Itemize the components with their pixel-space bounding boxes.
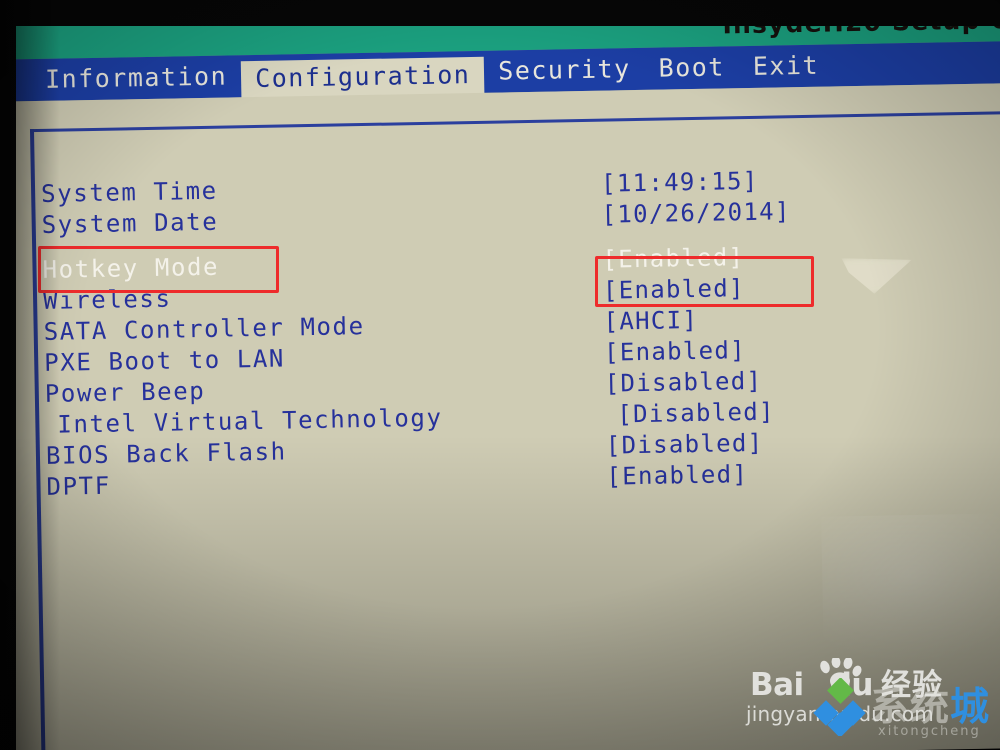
setting-value[interactable]: [Disabled] [606,429,764,460]
menu-item-information[interactable]: Information [31,58,242,99]
setting-value[interactable]: [Disabled] [604,367,762,398]
photo-black-border-left [0,0,16,750]
setting-value[interactable]: [Enabled] [603,274,745,305]
setting-value[interactable]: [10/26/2014] [601,197,790,228]
bios-screen: InsydeH20 Setup Ut Information Configura… [0,2,1000,750]
screen-glare-soft [821,512,1000,667]
setting-value[interactable]: [Enabled] [604,336,746,367]
bios-screenshot-photo: InsydeH20 Setup Ut Information Configura… [0,0,1000,750]
setting-value[interactable]: [11:49:15] [601,167,759,198]
photo-black-border-top [0,0,1000,26]
setting-value[interactable]: [Enabled] [602,243,744,274]
menu-item-security[interactable]: Security [484,50,645,90]
page-body: System Time [11:49:15] System Date [10/2… [0,82,1000,750]
setting-value[interactable]: [AHCI] [603,306,698,336]
menu-item-exit[interactable]: Exit [739,47,834,86]
setting-value[interactable]: [Enabled] [606,460,748,491]
settings-list: System Time [11:49:15] System Date [10/2… [35,164,901,504]
menu-item-boot[interactable]: Boot [644,49,739,88]
setting-value[interactable]: [Disabled] [617,398,775,429]
